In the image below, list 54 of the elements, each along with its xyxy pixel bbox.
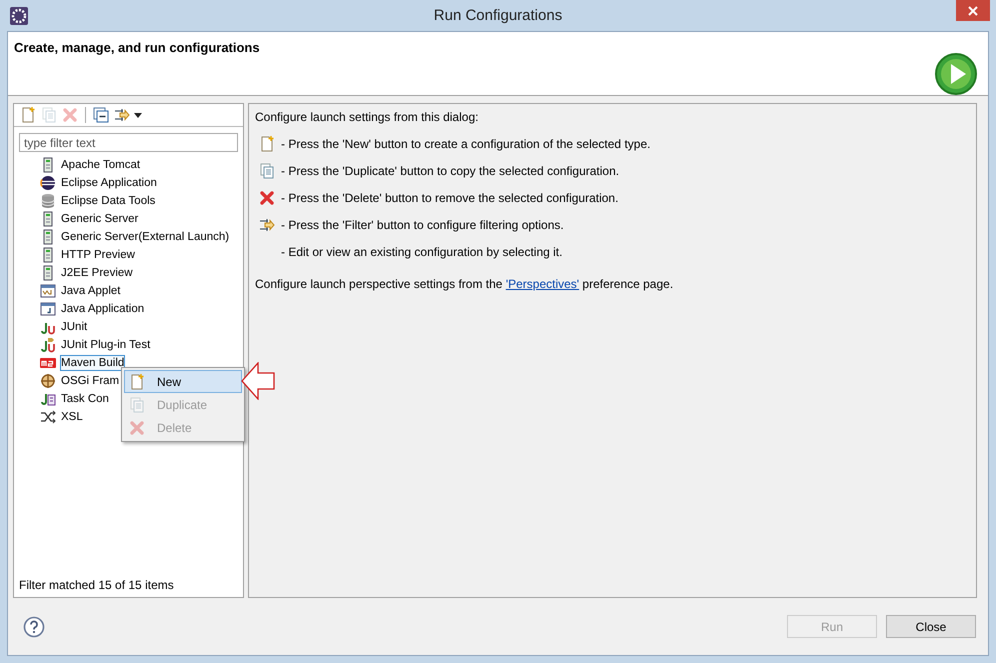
info-text: - Edit or view an existing configuration by selecting it. <box>281 244 562 258</box>
tree-item[interactable]: OSGi Fram <box>60 373 120 389</box>
filter-field[interactable]: type filter text <box>19 133 238 152</box>
delete-icon <box>259 190 275 206</box>
tree-item[interactable]: HTTP Preview <box>60 247 136 263</box>
tree-item[interactable]: Generic Server <box>60 211 140 227</box>
tree-item[interactable]: Eclipse Data Tools <box>60 193 156 209</box>
filter-status: Filter matched 15 of 15 items <box>18 578 175 594</box>
collapse-icon[interactable] <box>93 107 109 123</box>
tree-item[interactable]: Maven Build <box>60 355 126 371</box>
info-heading: Configure launch settings from this dialog: <box>255 110 480 124</box>
tree-item[interactable]: JUnit <box>60 319 88 335</box>
tree-item[interactable]: Apache Tomcat <box>60 157 142 173</box>
tree-item[interactable]: JUnit Plug-in Test <box>60 337 152 353</box>
copy-icon <box>259 162 275 178</box>
tree-item[interactable]: Task Con <box>60 391 110 407</box>
tree-item[interactable]: Generic Server(External Launch) <box>60 229 230 245</box>
filter-icon <box>259 216 275 232</box>
filter-icon[interactable] <box>114 107 130 123</box>
delete-icon <box>129 420 145 436</box>
maven-icon <box>40 355 56 371</box>
perspective-text: Configure launch perspective settings from the 'Perspectives' preference page. <box>255 277 674 291</box>
close-button[interactable] <box>956 0 990 21</box>
window-title: Run Configurations <box>434 7 562 24</box>
crosshair-icon <box>40 373 56 389</box>
info-text: - Press the 'Duplicate' button to copy the selected configuration. <box>281 164 620 178</box>
info-text: - Press the 'Filter' button to configure filtering options. <box>281 218 564 232</box>
dialog-button[interactable]: Close <box>886 615 976 638</box>
tree-item[interactable]: J2EE Preview <box>60 265 134 281</box>
menu-item[interactable]: New <box>124 370 242 393</box>
database-icon <box>40 193 56 209</box>
perspectives-link[interactable]: 'Perspectives' <box>506 277 580 291</box>
tree-item[interactable]: Java Applet <box>60 283 122 299</box>
close-icon <box>968 6 978 16</box>
info-text: - Press the 'Delete' button to remove the selected configuration. <box>281 190 618 204</box>
eclipse-icon <box>40 175 56 191</box>
shuffle-icon <box>40 409 56 425</box>
applet-icon <box>40 283 56 299</box>
tree-item[interactable]: Eclipse Application <box>60 175 158 191</box>
new-file-icon[interactable] <box>20 107 36 123</box>
new-file-icon <box>259 136 275 152</box>
dialog-heading: Create, manage, and run configurations <box>14 40 260 57</box>
tree-item[interactable]: XSL <box>60 409 84 425</box>
tree-item[interactable]: Java Application <box>60 301 146 317</box>
help-icon[interactable] <box>23 616 45 638</box>
app-icon <box>10 6 28 24</box>
java-window-icon <box>40 301 56 317</box>
caret-icon[interactable] <box>134 112 142 118</box>
junit-plugin-icon <box>40 337 56 353</box>
new-file-icon <box>129 374 145 390</box>
copy-icon <box>129 396 145 412</box>
pointer-arrow <box>241 362 275 400</box>
task-icon <box>40 391 56 407</box>
info-text: - Press the 'New' button to create a configuration of the selected type. <box>281 136 650 150</box>
